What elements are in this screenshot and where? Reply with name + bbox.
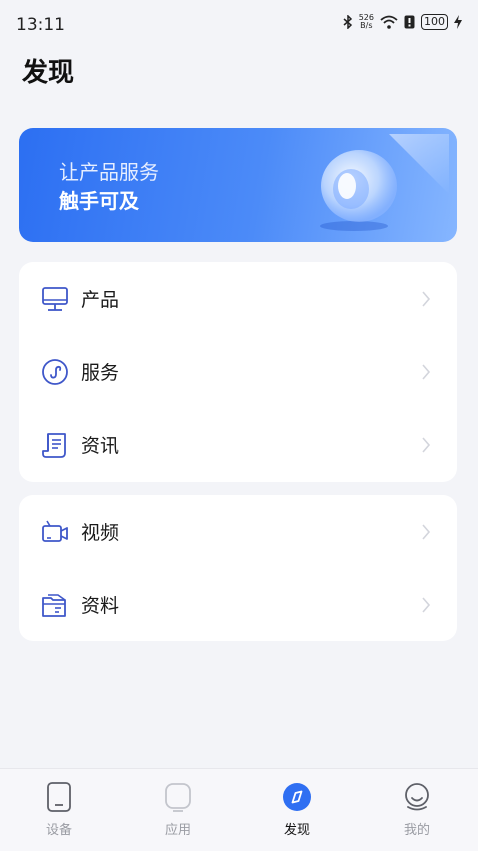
banner-line2: 触手可及	[59, 189, 139, 213]
service-icon	[42, 358, 68, 385]
row-label-products: 产品	[81, 289, 120, 311]
net-speed-unit: B/s	[360, 21, 373, 30]
status-icons: 526 B/s 100	[343, 14, 462, 30]
apps-icon	[165, 783, 191, 812]
bottom-tab-bar: 设备 应用 发现 我的	[0, 768, 478, 851]
device-icon	[47, 782, 71, 812]
bluetooth-icon	[343, 15, 352, 29]
net-speed: 526 B/s	[359, 14, 374, 30]
row-label-video: 视频	[81, 522, 120, 544]
charging-icon	[454, 15, 462, 29]
tab-label-profile: 我的	[403, 823, 430, 838]
chevron-right-icon	[422, 523, 431, 540]
tab-apps[interactable]: 应用	[133, 769, 223, 851]
row-documents[interactable]: 资料	[19, 568, 457, 641]
tab-profile[interactable]: 我的	[372, 769, 462, 851]
row-video[interactable]: 视频	[19, 495, 457, 568]
row-products[interactable]: 产品	[19, 262, 457, 335]
promo-banner[interactable]: 让产品服务 触手可及	[19, 128, 457, 242]
status-time: 13:11	[16, 15, 65, 35]
profile-icon	[405, 783, 429, 811]
row-service[interactable]: 服务	[19, 335, 457, 408]
video-icon	[42, 520, 68, 542]
tab-discover[interactable]: 发现	[252, 769, 342, 851]
compass-icon	[283, 783, 311, 811]
row-label-documents: 资料	[81, 595, 120, 617]
tab-label-apps: 应用	[164, 823, 191, 838]
status-bar: 13:11 526 B/s 100	[0, 0, 478, 52]
list-group-2: 视频 资料	[19, 495, 457, 641]
news-icon	[42, 432, 66, 458]
tab-label-discover: 发现	[283, 823, 310, 838]
battery-icon: 100	[421, 14, 448, 30]
banner-line1: 让产品服务	[59, 160, 159, 184]
row-news[interactable]: 资讯	[19, 408, 457, 481]
tab-label-devices: 设备	[45, 823, 72, 838]
chevron-right-icon	[422, 596, 431, 613]
chevron-right-icon	[422, 290, 431, 307]
tab-devices[interactable]: 设备	[14, 769, 104, 851]
battery-level: 100	[424, 15, 445, 28]
list-group-1: 产品 服务 资讯	[19, 262, 457, 482]
row-label-service: 服务	[81, 362, 120, 384]
chevron-right-icon	[422, 363, 431, 380]
monitor-icon	[42, 286, 68, 311]
chevron-right-icon	[422, 436, 431, 453]
wifi-icon	[380, 15, 398, 29]
banner-illustration	[320, 134, 449, 231]
sim-icon	[404, 15, 415, 29]
row-label-news: 资讯	[81, 435, 120, 457]
folder-icon	[42, 593, 66, 617]
page-title: 发现	[22, 58, 75, 88]
